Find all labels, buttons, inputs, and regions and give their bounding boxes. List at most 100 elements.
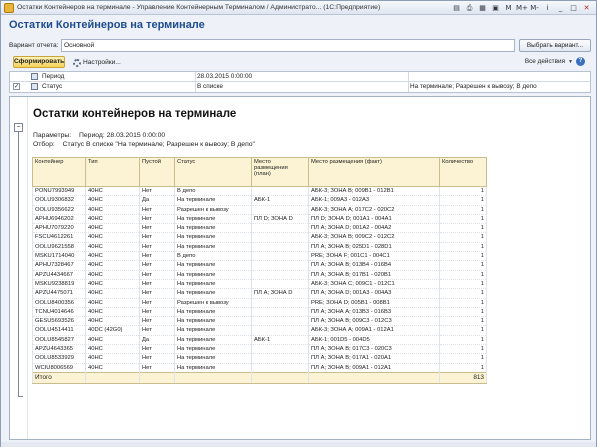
table-cell: 1 (439, 335, 487, 346)
collapse-icon[interactable]: − (14, 123, 23, 132)
settings-button[interactable]: Настройки... (73, 57, 121, 68)
table-cell: 40HC (85, 223, 140, 234)
maximize-icon[interactable]: □ (568, 3, 579, 13)
column-header: Контейнер (32, 157, 86, 187)
table-row[interactable]: APHU7328467 40HC Нет На терминале ПЛ А; ЗОНА… (32, 260, 487, 271)
info-icon[interactable]: i (542, 3, 553, 13)
table-row[interactable]: MSKU9238819 40HC Нет На терминале АБК-3; ЗОН… (32, 279, 487, 290)
table-cell: APHU6946202 (32, 214, 86, 225)
table-cell (251, 223, 309, 234)
save-icon[interactable]: ▤ (451, 3, 462, 13)
group-end (18, 396, 23, 397)
memory-icon[interactable]: M (503, 3, 514, 13)
variant-label: Вариант отчета: (9, 42, 59, 49)
memory-minus-icon[interactable]: M- (529, 3, 540, 13)
table-row[interactable]: OOLU8400356 40HC Нет Разрешен к вывозу PRE; … (32, 298, 487, 308)
table-row[interactable]: APZU4434667 40HC Нет На терминале ПЛ А; ЗОНА… (32, 270, 487, 280)
table-cell (251, 298, 309, 308)
all-actions-menu[interactable]: Все действия ▼ ? (525, 57, 585, 66)
help-icon[interactable]: ? (576, 57, 585, 66)
table-cell: 1 (439, 251, 487, 262)
table-row[interactable]: OOLU4514411 40DC (42G0) Нет На терминале АБК… (32, 325, 487, 336)
form-heading: Остатки Контейнеров на терминале (9, 19, 205, 31)
table-cell: 40HC (85, 307, 140, 318)
total-cell (308, 371, 440, 384)
total-value: 813 (439, 371, 487, 384)
table-cell: 40HC (85, 232, 140, 243)
table-row[interactable]: APZU4643365 40HC Нет На терминале ПЛ А; ЗОНА… (32, 344, 487, 355)
gear-icon (73, 58, 81, 67)
table-cell: 1 (439, 205, 487, 215)
table-row[interactable]: FSCU4612261 40HC Нет На терминале АБК-3; ЗОН… (32, 232, 487, 243)
table-cell: ПЛ D; ЗОНА D (251, 214, 309, 225)
calendar-icon[interactable]: ▦ (477, 3, 488, 13)
param-extra[interactable]: На терминале; Разрешен к вывозу; В депо (410, 83, 537, 90)
close-icon[interactable]: ✕ (581, 3, 592, 13)
table-row[interactable]: APZU4475071 40HC Нет На терминале ПЛ А; ЗОНА… (32, 288, 487, 299)
generate-button[interactable]: Сформировать (13, 56, 65, 68)
variant-row: Вариант отчета: Основной Выбрать вариант… (9, 39, 591, 53)
param-row-period[interactable]: Период 28.03.2015 0:00:00 (10, 72, 590, 82)
variant-field[interactable]: Основной (61, 39, 515, 52)
total-label: Итого (32, 371, 86, 384)
table-cell: На терминале (174, 344, 252, 355)
table-cell: На терминале (174, 279, 252, 290)
param-value[interactable]: 28.03.2015 0:00:00 (197, 73, 252, 80)
table-cell: Нет (139, 205, 175, 215)
table-cell: На терминале (174, 242, 252, 253)
choose-variant-button[interactable]: Выбрать вариант... (519, 39, 591, 52)
table-cell: 1 (439, 186, 487, 197)
table-cell: Нет (139, 251, 175, 262)
table-cell: 40HC (85, 316, 140, 327)
table-row[interactable]: PONU7993949 40HC Нет В депо АБК-3; ЗОНА В; 0… (32, 186, 487, 197)
table-cell: На терминале (174, 353, 252, 364)
calculator-icon[interactable]: ▣ (490, 3, 501, 13)
table-row[interactable]: OOLU8545827 40HC Да На терминале АБК-1 АБК-1;… (32, 335, 487, 346)
table-cell (251, 270, 309, 280)
table-cell: OOLU9621558 (32, 242, 86, 253)
table-row[interactable]: APHU6946202 40HC Нет На терминале ПЛ D; ЗОНА… (32, 214, 487, 225)
table-row[interactable]: OOLU9621558 40HC Нет На терминале ПЛ А; ЗОНА… (32, 242, 487, 253)
table-cell: MSKU9238819 (32, 279, 86, 290)
table-cell: Нет (139, 186, 175, 197)
table-cell: PRE; ЗОНА F; 001С1 - 004С1 (308, 251, 440, 262)
table-row[interactable]: TCNU4014646 40HC Нет На терминале ПЛ А; ЗОНА… (32, 307, 487, 318)
table-row[interactable]: OOLU9356622 40HC Нет Разрешен к вывозу АБК-3… (32, 205, 487, 215)
table-cell (251, 325, 309, 336)
table-cell (251, 186, 309, 197)
column-header: Количество (439, 157, 487, 187)
table-cell: APZU4475071 (32, 288, 86, 299)
table-cell: АБК-1; 009А3 - 012А3 (308, 195, 440, 206)
table-cell: Нет (139, 316, 175, 327)
table-cell: 1 (439, 195, 487, 206)
table-row[interactable]: WCIU8006569 40HC Нет На терминале ПЛ А; ЗОНА… (32, 363, 487, 373)
table-cell: 40HC (85, 260, 140, 271)
memory-plus-icon[interactable]: M+ (516, 3, 528, 13)
param-checkbox[interactable]: ✓ (13, 83, 20, 90)
calendar-icon (31, 73, 38, 80)
app-icon (4, 3, 14, 13)
report-document[interactable]: − Остатки контейнеров на терминале Парам… (9, 96, 591, 440)
table-row[interactable]: APHU7079220 40HC Нет На терминале ПЛ А; ЗОНА… (32, 223, 487, 234)
table-cell: В депо (174, 186, 252, 197)
table-row[interactable]: GESU5693526 40HC Нет На терминале ПЛ А; ЗОНА… (32, 316, 487, 327)
table-cell: АБК-1 (251, 335, 309, 346)
table-cell: Да (139, 335, 175, 346)
param-value[interactable]: В списке (197, 83, 223, 90)
toolbar: Сформировать Настройки... Все действия ▼… (9, 55, 591, 69)
table-cell (251, 363, 309, 373)
total-cell (251, 371, 309, 384)
print-icon[interactable]: ⎙ (464, 3, 475, 13)
table-row[interactable]: OOLU8533929 40HC Нет На терминале ПЛ А; ЗОНА… (32, 353, 487, 364)
column-header: Место размещения (план) (251, 157, 309, 187)
table-row[interactable]: MSKU1714040 40HC Нет В депо PRE; ЗОНА F; 001… (32, 251, 487, 262)
table-cell: 1 (439, 353, 487, 364)
minimize-icon[interactable]: _ (555, 3, 566, 13)
table-row[interactable]: OOLU9306832 40HC Да На терминале АБК-1 АБК-1;… (32, 195, 487, 206)
table-cell: АБК-1; 001D5 - 004D5 (308, 335, 440, 346)
report-parameters: Параметры: Период: 28.03.2015 0:00:00 (33, 132, 171, 139)
report-window: Остатки Контейнеров на терминале - Управ… (0, 0, 597, 447)
all-actions-label: Все действия (524, 58, 566, 65)
param-row-status[interactable]: ✓ Статус В списке На терминале; Разрешен… (10, 82, 590, 92)
table-cell: Нет (139, 270, 175, 280)
